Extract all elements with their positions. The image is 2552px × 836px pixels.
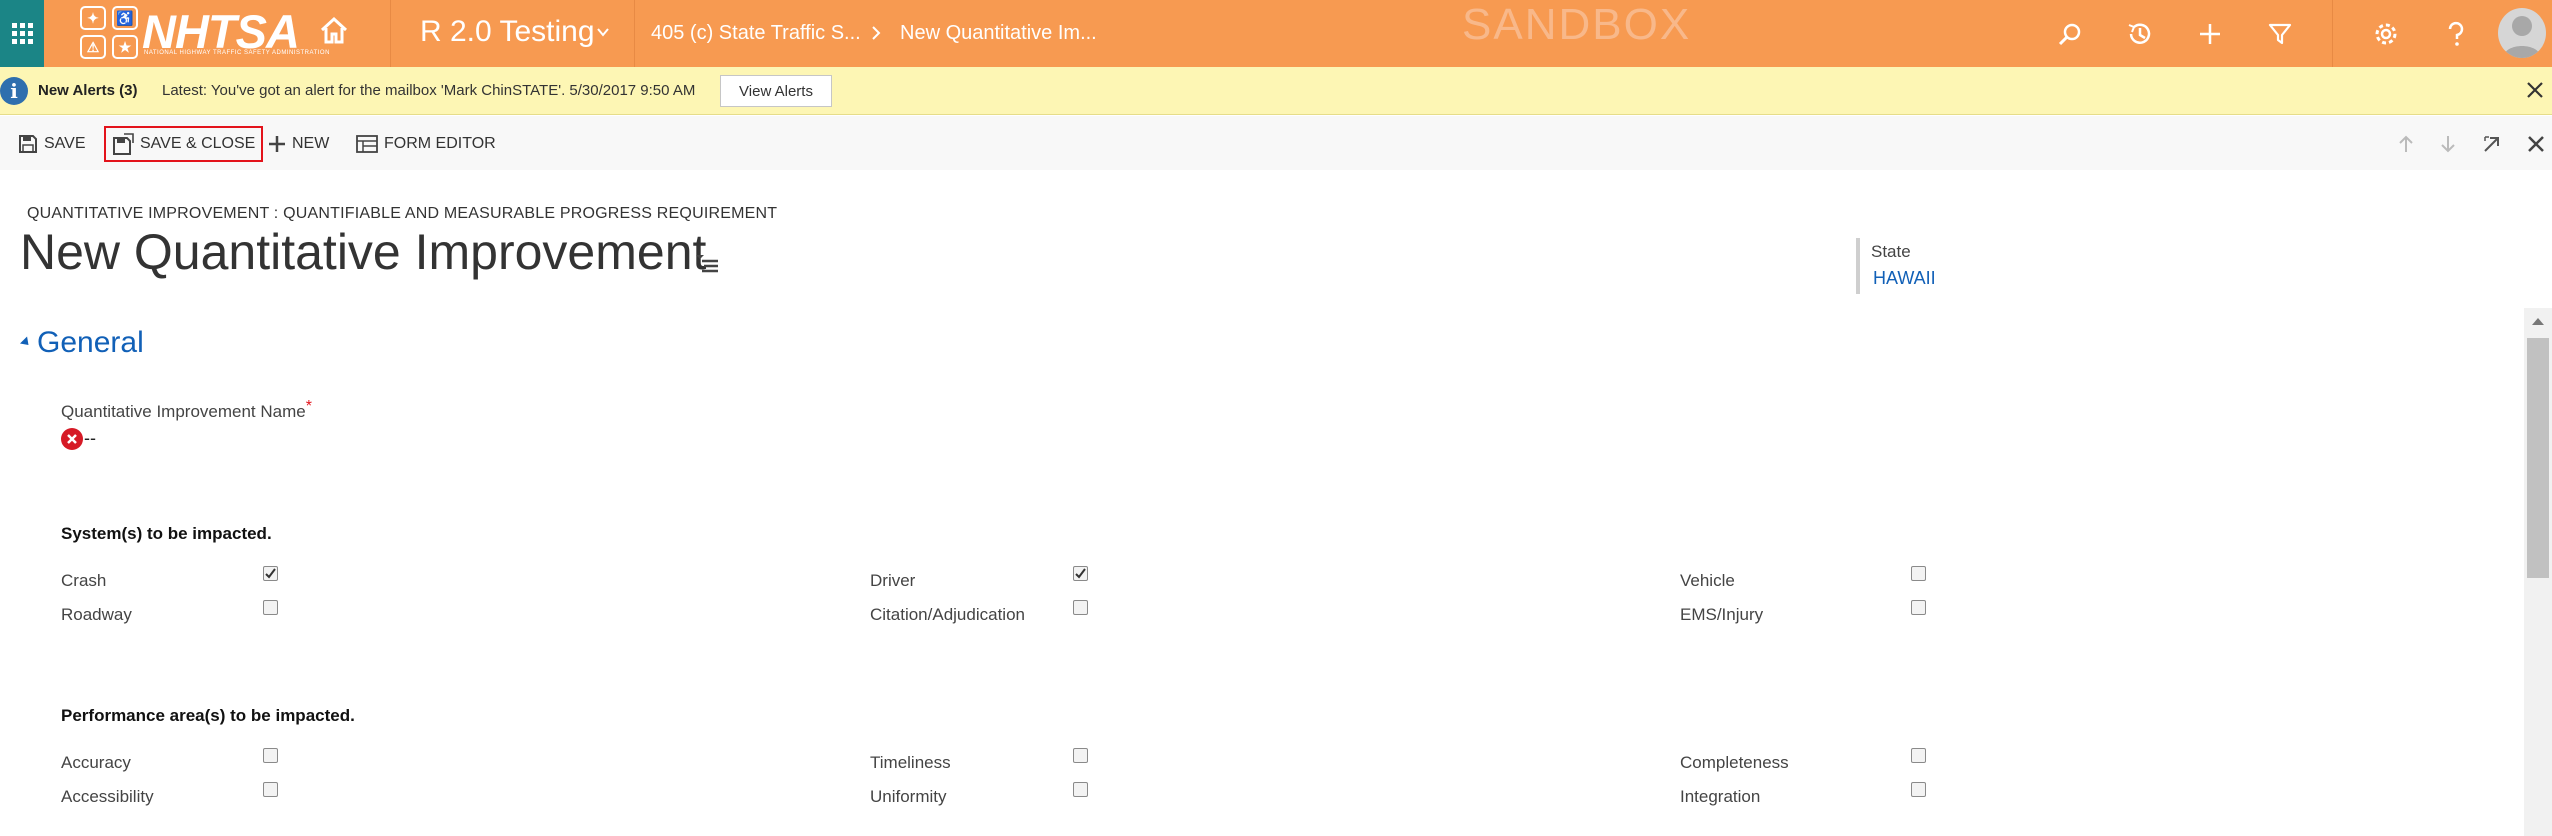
checkbox-label-accuracy: Accuracy: [61, 753, 131, 772]
checkbox-timeliness[interactable]: [1073, 748, 1088, 763]
area-title[interactable]: R 2.0 Testing: [420, 15, 595, 49]
header-state-label: State: [1871, 242, 1911, 261]
checkbox-label-crash: Crash: [61, 571, 107, 590]
command-bar: SAVE SAVE & CLOSE NEW FORM EDITOR: [0, 116, 2552, 170]
entity-type-label: QUANTITATIVE IMPROVEMENT : QUANTIFIABLE …: [27, 205, 778, 222]
pop-out-icon[interactable]: [2478, 130, 2506, 158]
checkbox-label-accessibility: Accessibility: [61, 787, 154, 806]
systems-heading: System(s) to be impacted.: [61, 524, 272, 543]
new-label: NEW: [292, 135, 330, 152]
required-marker: *: [305, 398, 312, 415]
page-title: New Quantitative Improvement: [20, 224, 707, 280]
save-label: SAVE: [44, 135, 86, 152]
save-close-label: SAVE & CLOSE: [140, 135, 256, 152]
header-state-value[interactable]: HAWAII: [1873, 268, 1936, 289]
nav-divider: [2332, 0, 2333, 67]
checkbox-label-ems-injury: EMS/Injury: [1680, 605, 1764, 624]
logo-subtext: NATIONAL HIGHWAY TRAFFIC SAFETY ADMINIST…: [144, 50, 330, 56]
checkbox-label-timeliness: Timeliness: [870, 753, 951, 772]
scrollbar-thumb[interactable]: [2527, 338, 2549, 578]
checkbox-vehicle[interactable]: [1911, 566, 1926, 581]
checkbox-citation-adjudication[interactable]: [1073, 600, 1088, 615]
checkbox-label-uniformity: Uniformity: [870, 787, 947, 806]
user-icon[interactable]: [2498, 8, 2546, 58]
apps-grid-icon[interactable]: [0, 0, 44, 67]
arrow-down-icon[interactable]: [2434, 130, 2462, 158]
save-and-close-button[interactable]: SAVE & CLOSE: [104, 126, 264, 162]
top-navigation-bar: ✦ ♿ ⚠ ★ NHTSA NATIONAL HIGHWAY TRAFFIC SAFE…: [0, 0, 2552, 67]
gear-icon[interactable]: [2370, 18, 2402, 50]
environment-watermark: SANDBOX: [1462, 0, 1692, 49]
error-icon: [61, 428, 83, 450]
checkbox-ems-injury[interactable]: [1911, 600, 1926, 615]
section-title[interactable]: General: [37, 326, 144, 360]
checkbox-driver[interactable]: [1073, 566, 1088, 581]
close-form-icon[interactable]: [2522, 130, 2550, 158]
arrow-up-icon[interactable]: [2392, 130, 2420, 158]
name-field-label: Quantitative Improvement Name*: [61, 398, 312, 422]
nav-divider: [634, 0, 635, 67]
header-field-accent: [1856, 238, 1860, 294]
chevron-right-icon: [872, 26, 881, 40]
checkbox-label-completeness: Completeness: [1680, 753, 1789, 772]
search-icon[interactable]: [2054, 18, 2086, 50]
filter-icon[interactable]: [2264, 18, 2296, 50]
logo-badges: ✦ ♿ ⚠ ★: [80, 6, 140, 60]
checkbox-accessibility[interactable]: [263, 782, 278, 797]
help-icon[interactable]: [2440, 18, 2472, 50]
checkbox-label-citation-adjudication: Citation/Adjudication: [870, 605, 1025, 624]
breadcrumb-current[interactable]: New Quantitative Im...: [900, 22, 1097, 45]
breadcrumb-parent[interactable]: 405 (c) State Traffic S...: [651, 22, 861, 45]
alert-title[interactable]: New Alerts (3): [38, 82, 137, 99]
checkbox-label-roadway: Roadway: [61, 605, 132, 624]
checkbox-completeness[interactable]: [1911, 748, 1926, 763]
nav-divider: [390, 0, 391, 67]
close-icon[interactable]: [2524, 79, 2546, 101]
save-icon: [19, 135, 37, 153]
checkbox-accuracy[interactable]: [263, 748, 278, 763]
nhtsa-logo[interactable]: ✦ ♿ ⚠ ★ NHTSA NATIONAL HIGHWAY TRAFFIC SAFE…: [80, 5, 329, 60]
checkbox-roadway[interactable]: [263, 600, 278, 615]
plus-icon: [269, 136, 285, 152]
collapse-triangle-icon[interactable]: [19, 336, 33, 349]
form-editor-icon: [356, 135, 378, 153]
history-icon[interactable]: [2124, 18, 2156, 50]
info-icon: i: [0, 77, 28, 105]
plus-icon[interactable]: [2194, 18, 2226, 50]
save-close-icon: [113, 133, 134, 155]
name-label-text: Quantitative Improvement Name: [61, 402, 306, 421]
checkbox-integration[interactable]: [1911, 782, 1926, 797]
checkbox-label-vehicle: Vehicle: [1680, 571, 1735, 590]
checkbox-label-driver: Driver: [870, 571, 916, 590]
home-icon[interactable]: [318, 14, 350, 46]
performance-heading: Performance area(s) to be impacted.: [61, 706, 355, 725]
new-button[interactable]: NEW: [268, 126, 329, 162]
alert-bar: i New Alerts (3) Latest: You've got an a…: [0, 67, 2552, 115]
checkbox-label-integration: Integration: [1680, 787, 1761, 806]
form-editor-label: FORM EDITOR: [384, 135, 496, 152]
name-field-input[interactable]: --: [84, 428, 96, 449]
save-button[interactable]: SAVE: [18, 126, 86, 162]
scroll-up-arrow-icon[interactable]: [2532, 318, 2544, 325]
view-alerts-button[interactable]: View Alerts: [720, 75, 832, 107]
checkbox-uniformity[interactable]: [1073, 782, 1088, 797]
form-selector-menu-icon[interactable]: [694, 251, 720, 273]
form-editor-button[interactable]: FORM EDITOR: [356, 126, 496, 162]
checkbox-crash[interactable]: [263, 566, 278, 581]
alert-message: Latest: You've got an alert for the mail…: [162, 82, 696, 99]
chevron-down-icon[interactable]: [596, 25, 610, 39]
